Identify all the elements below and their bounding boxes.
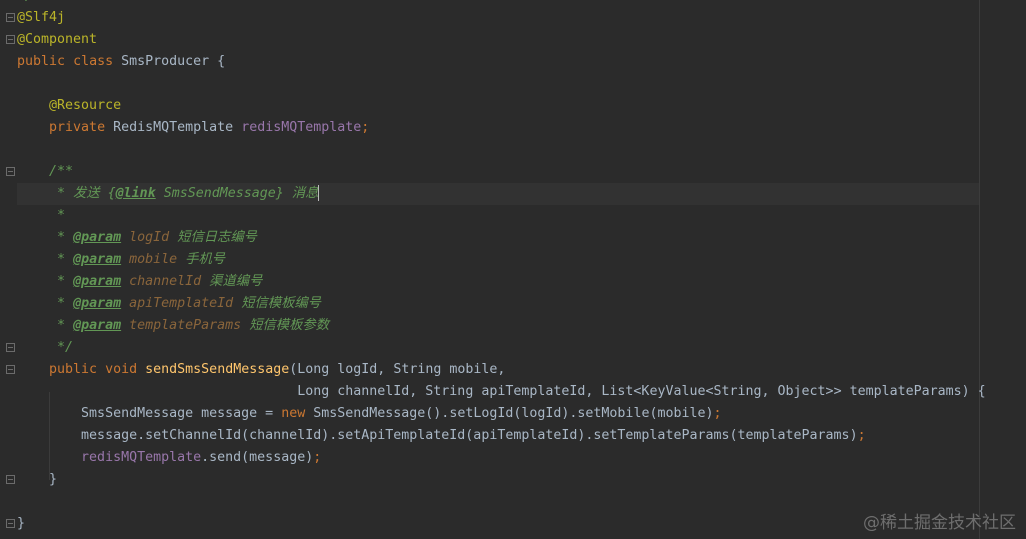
code-line[interactable]: Long channelId, String apiTemplateId, Li… [17, 381, 985, 403]
code-line[interactable]: } [17, 513, 25, 535]
code-line[interactable]: * @param logId 短信日志编号 [17, 227, 257, 249]
code-line[interactable]: @Slf4j [17, 7, 65, 29]
watermark: @稀土掘金技术社区 [863, 513, 1016, 533]
annotation: @Slf4j [17, 10, 66, 25]
code-line[interactable]: * @param mobile 手机号 [17, 249, 225, 271]
code-area[interactable]: */ @Slf4j @Component public class SmsPro… [0, 0, 1026, 539]
code-line[interactable]: * @param channelId 渠道编号 [17, 271, 262, 293]
code-line[interactable]: public class SmsProducer { [17, 51, 225, 73]
code-line[interactable]: } [17, 469, 57, 491]
annotation: @Resource [49, 98, 122, 113]
code-line[interactable]: message.setChannelId(channelId).setApiTe… [17, 425, 866, 447]
code-line[interactable]: SmsSendMessage message = new SmsSendMess… [17, 403, 721, 425]
code-line[interactable]: * [17, 205, 65, 227]
code-line[interactable]: @Component [17, 29, 97, 51]
text-caret [318, 185, 320, 201]
field-name: redisMQTemplate [241, 120, 362, 135]
code-line[interactable]: * @param templateParams 短信模板参数 [17, 315, 329, 337]
code-line[interactable]: * @param apiTemplateId 短信模板编号 [17, 293, 321, 315]
annotation: @Component [17, 32, 98, 47]
method-name: sendSmsSendMessage [145, 362, 290, 377]
code-line[interactable]: /** [17, 161, 73, 183]
code-line[interactable]: public void sendSmsSendMessage(Long logI… [17, 359, 505, 381]
code-line[interactable]: private RedisMQTemplate redisMQTemplate; [17, 117, 369, 139]
current-line[interactable]: * 发送 {@link SmsSendMessage} 消息 [17, 183, 979, 205]
code-line[interactable]: redisMQTemplate.send(message); [17, 447, 321, 469]
code-editor[interactable]: */ @Slf4j @Component public class SmsPro… [0, 0, 1026, 539]
code-line[interactable]: */ [17, 337, 73, 359]
class-name: SmsProducer [121, 54, 210, 69]
code-line[interactable]: @Resource [17, 95, 121, 117]
